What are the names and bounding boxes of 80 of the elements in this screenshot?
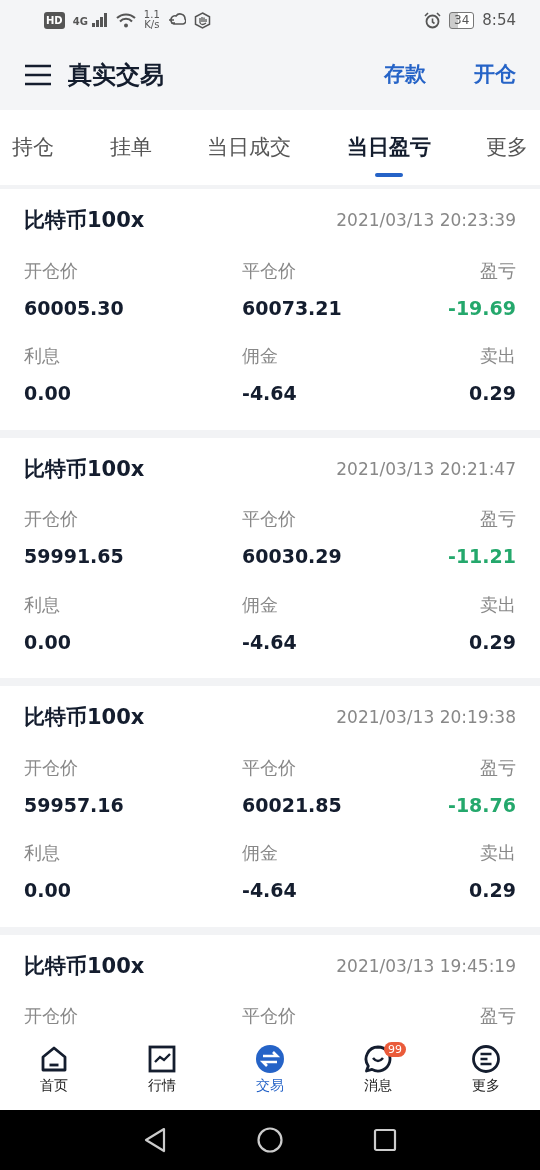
field-label: 平仓价 [241, 507, 297, 531]
field-label: 佣金 [241, 592, 279, 617]
hd-icon: HD [44, 11, 65, 29]
field-value: 59957.16 [24, 792, 125, 818]
home-button-icon[interactable] [257, 1127, 283, 1153]
field-label: 卖出 [479, 841, 516, 865]
symbol-name: 比特币100x [24, 455, 145, 483]
trade-time: 2021/03/13 20:19:38 [336, 706, 516, 729]
tab[interactable]: 持仓 [12, 110, 54, 185]
field-label: 卖出 [479, 344, 516, 368]
field-value: -11.21 [447, 544, 516, 569]
nav-tab[interactable]: 首页 [0, 1040, 108, 1110]
nav-tab[interactable]: 更多 [432, 1040, 540, 1110]
menu-icon [24, 63, 52, 88]
trade-time: 2021/03/13 19:45:19 [336, 954, 516, 978]
field-value: 0.00 [24, 878, 72, 903]
field-label: 开仓价 [24, 258, 79, 283]
symbol-name: 比特币100x [24, 207, 145, 234]
field-label: 利息 [24, 344, 61, 368]
field-label: 盈亏 [479, 1004, 516, 1028]
field-value: 60021.85 [241, 792, 343, 818]
field-value: 0.29 [468, 629, 516, 655]
field-label: 盈亏 [479, 755, 516, 780]
field-value: -4.64 [241, 629, 298, 655]
network-label: 4G [72, 17, 88, 27]
field-value: -19.69 [447, 295, 516, 321]
field-value: -4.64 [241, 381, 298, 406]
chart-icon [148, 1045, 176, 1073]
signal-icon [91, 13, 108, 27]
alarm-icon [424, 11, 442, 29]
recents-icon[interactable] [373, 1128, 397, 1152]
clock: 8:54 [482, 9, 516, 31]
field-value: 0.29 [468, 878, 516, 903]
field-value: -4.64 [241, 878, 298, 903]
field-value: 60030.29 [241, 544, 343, 569]
field-value: 60005.30 [24, 295, 125, 321]
trade-time: 2021/03/13 20:23:39 [336, 209, 516, 232]
field-label: 佣金 [241, 344, 279, 368]
field-value: 60073.21 [241, 295, 343, 321]
badge-count: 99 [384, 1042, 406, 1057]
field-label: 平仓价 [241, 1004, 297, 1028]
field-value: 0.00 [24, 629, 72, 655]
field-value: -18.76 [447, 792, 516, 818]
field-label: 卖出 [479, 592, 516, 617]
trade-time: 2021/03/13 20:21:47 [336, 457, 516, 481]
battery-icon: 34 [449, 11, 475, 29]
symbol-name: 比特币100x [24, 704, 145, 731]
tab[interactable]: 当日成交 [207, 110, 291, 185]
wifi-icon [115, 12, 136, 28]
field-label: 平仓价 [241, 755, 297, 780]
cloud-icon [167, 13, 186, 27]
home-icon [40, 1045, 68, 1073]
tab[interactable]: 当日盈亏 [346, 110, 431, 185]
page-title: 真实交易 [68, 60, 164, 91]
field-label: 盈亏 [479, 507, 516, 531]
menu-button[interactable] [24, 62, 52, 88]
more-icon [472, 1045, 500, 1073]
field-label: 佣金 [241, 841, 279, 865]
field-value: 0.29 [468, 381, 516, 406]
deposit-button[interactable]: 存款 [384, 59, 426, 91]
field-label: 开仓价 [24, 507, 79, 531]
back-icon[interactable] [143, 1127, 167, 1153]
network-speed: 1.1 K/s [143, 10, 160, 30]
exchange-icon [256, 1045, 284, 1073]
field-label: 盈亏 [479, 258, 516, 283]
tab[interactable]: 更多 [486, 110, 528, 185]
symbol-name: 比特币100x [24, 952, 145, 980]
field-label: 利息 [24, 841, 61, 865]
nav-tab[interactable]: 交易 [216, 1040, 324, 1110]
field-label: 平仓价 [241, 258, 297, 283]
field-label: 开仓价 [24, 755, 79, 780]
nav-tab[interactable]: 消息 99 [324, 1040, 432, 1110]
tab[interactable]: 挂单 [109, 110, 152, 185]
field-value: 0.00 [24, 381, 72, 406]
field-label: 利息 [24, 592, 61, 617]
hand-icon [193, 11, 211, 29]
open-position-button[interactable]: 开仓 [474, 59, 516, 91]
field-value: 59991.65 [24, 544, 125, 569]
field-label: 开仓价 [24, 1004, 79, 1028]
nav-tab[interactable]: 行情 [108, 1040, 216, 1110]
